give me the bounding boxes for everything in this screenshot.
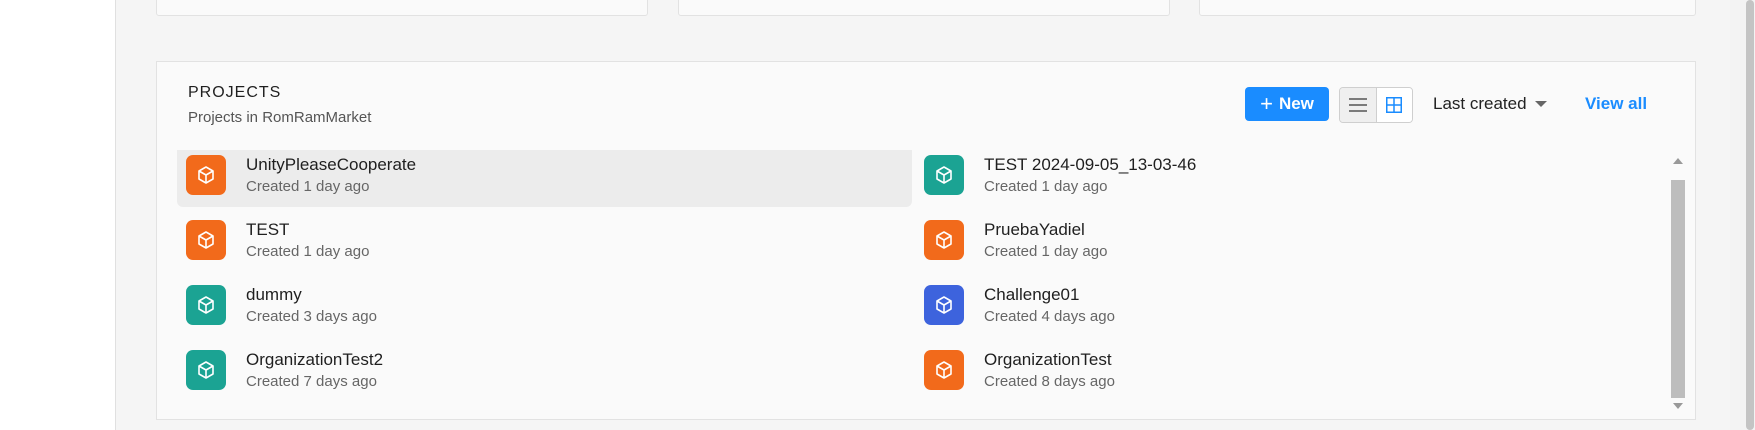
project-created: Created 1 day ago xyxy=(984,177,1108,195)
project-name: UnityPleaseCooperate xyxy=(246,154,417,174)
project-created: Created 1 day ago xyxy=(246,242,370,260)
project-text: OrganizationTest Created 8 days ago xyxy=(984,350,1115,390)
project-created: Created 8 days ago xyxy=(984,372,1115,390)
project-created: Created 4 days ago xyxy=(984,307,1115,325)
panel-subtitle: Projects in RomRamMarket xyxy=(188,109,372,126)
project-item[interactable]: TEST Created 1 day ago xyxy=(177,207,912,272)
view-all-link[interactable]: View all xyxy=(1585,94,1647,114)
project-created: Created 3 days ago xyxy=(246,307,377,325)
scroll-down-icon[interactable] xyxy=(1673,403,1683,409)
project-created: Created 7 days ago xyxy=(246,372,377,390)
summary-card xyxy=(156,0,648,16)
cube-icon xyxy=(924,154,964,195)
cube-icon xyxy=(924,219,964,260)
page-scrollbar[interactable] xyxy=(1745,0,1755,430)
project-text: TEST Created 1 day ago xyxy=(246,220,369,260)
project-name: OrganizationTest xyxy=(984,349,1112,369)
project-item[interactable]: dummy Created 3 days ago xyxy=(177,272,912,337)
projects-panel: PROJECTS Projects in RomRamMarket + New … xyxy=(156,61,1696,420)
project-text: dummy Created 3 days ago xyxy=(246,285,377,325)
plus-icon: + xyxy=(1260,91,1273,116)
list-view-button[interactable] xyxy=(1340,88,1377,122)
project-name: dummy xyxy=(246,284,302,304)
list-icon xyxy=(1348,98,1367,112)
project-text: OrganizationTest2 Created 7 days ago xyxy=(246,350,383,390)
grid-view-button[interactable] xyxy=(1376,88,1412,122)
sort-label: Last created xyxy=(1433,94,1527,113)
left-sidebar xyxy=(0,0,116,430)
list-scrollbar[interactable] xyxy=(1669,150,1687,413)
panel-title: PROJECTS xyxy=(188,84,282,101)
scroll-up-icon[interactable] xyxy=(1673,158,1683,164)
page-scroll-thumb[interactable] xyxy=(1746,0,1754,430)
project-created: Created 1 day ago xyxy=(984,242,1108,260)
project-name: OrganizationTest2 xyxy=(246,349,384,369)
summary-card xyxy=(1199,0,1696,16)
scroll-thumb[interactable] xyxy=(1671,180,1685,398)
project-item[interactable]: UnityPleaseCooperate Created 1 day ago xyxy=(177,150,912,207)
view-toggle xyxy=(1339,87,1413,123)
project-name: TEST 2024-09-05_13-03-46 xyxy=(984,154,1197,174)
project-name: TEST xyxy=(246,219,290,239)
project-item[interactable]: OrganizationTest Created 8 days ago xyxy=(915,337,1655,402)
cube-icon xyxy=(924,284,964,325)
project-item[interactable]: TEST 2024-09-05_13-03-46 Created 1 day ag… xyxy=(915,150,1655,207)
new-button-label: New xyxy=(1278,94,1314,113)
sort-dropdown[interactable]: Last created xyxy=(1433,94,1547,114)
cube-icon xyxy=(186,219,226,260)
chevron-down-icon xyxy=(1534,101,1547,107)
cube-icon xyxy=(186,284,226,325)
cube-icon xyxy=(924,349,964,390)
summary-card xyxy=(678,0,1170,16)
cube-icon xyxy=(186,349,226,390)
project-text: TEST 2024-09-05_13-03-46 Created 1 day ag… xyxy=(984,155,1196,195)
project-name: PruebaYadiel xyxy=(984,219,1085,239)
grid-icon xyxy=(1386,97,1403,113)
cube-icon xyxy=(186,154,226,195)
project-created: Created 1 day ago xyxy=(246,177,370,195)
project-text: UnityPleaseCooperate Created 1 day ago xyxy=(246,155,416,195)
project-item[interactable]: PruebaYadiel Created 1 day ago xyxy=(915,207,1655,272)
project-name: Challenge01 xyxy=(984,284,1080,304)
project-item[interactable]: Challenge01 Created 4 days ago xyxy=(915,272,1655,337)
new-project-button[interactable]: + New xyxy=(1245,87,1329,121)
project-item[interactable]: OrganizationTest2 Created 7 days ago xyxy=(177,337,912,402)
project-text: Challenge01 Created 4 days ago xyxy=(984,285,1115,325)
project-text: PruebaYadiel Created 1 day ago xyxy=(984,220,1107,260)
projects-list: UnityPleaseCooperate Created 1 day ago TES… xyxy=(177,150,1675,413)
